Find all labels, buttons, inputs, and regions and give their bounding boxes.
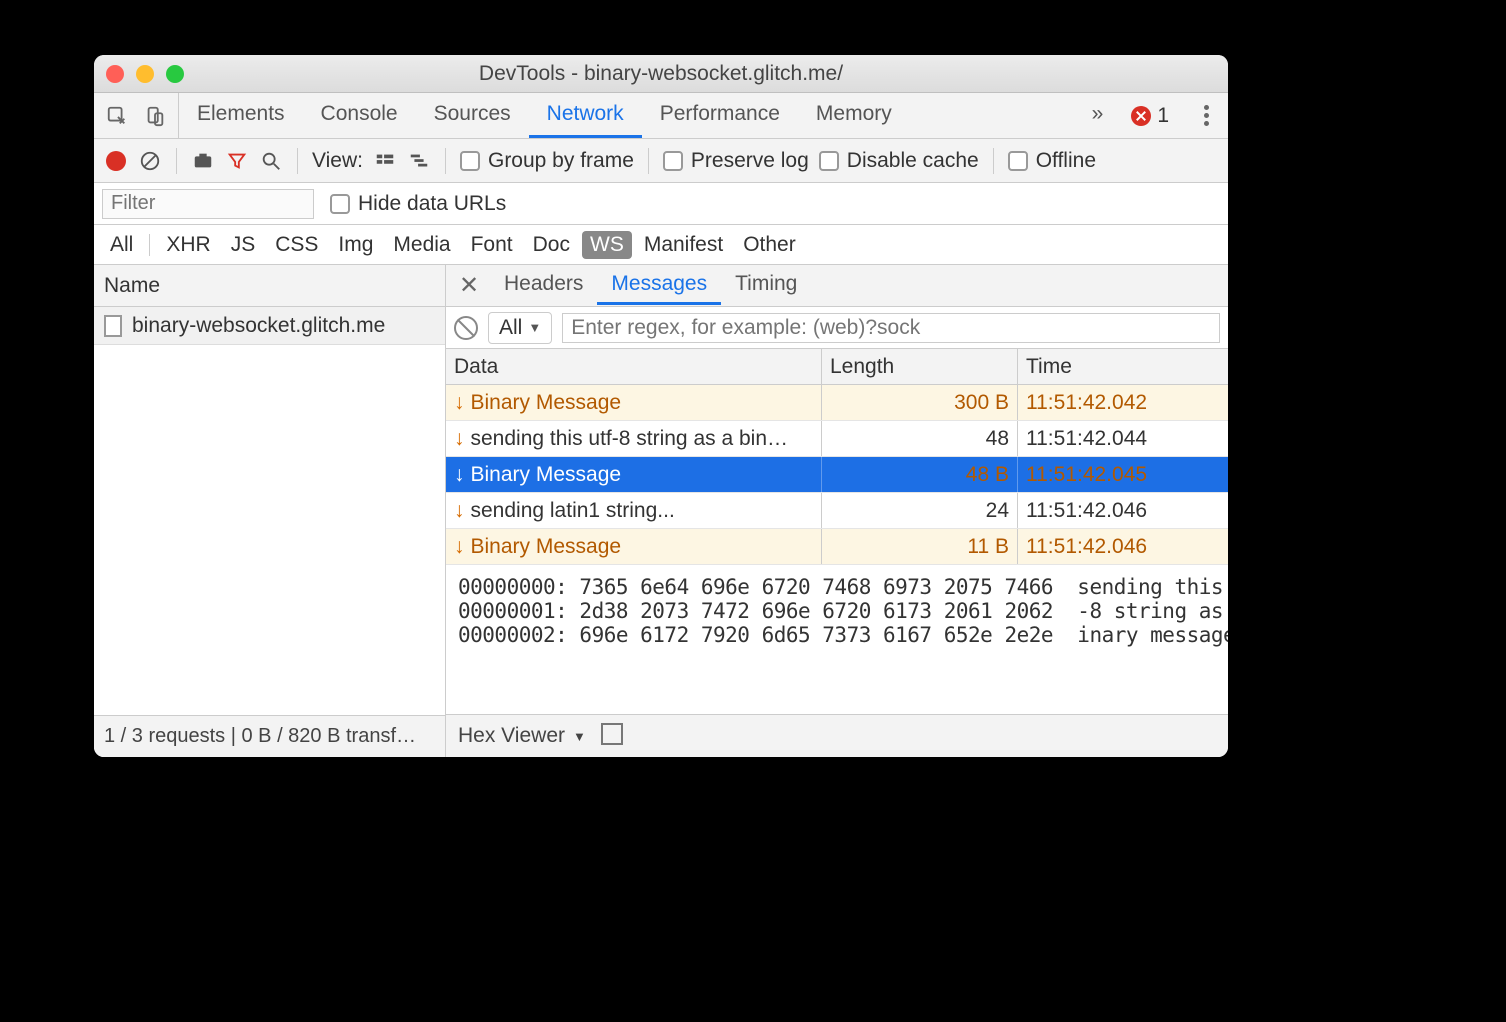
inspect-element-icon[interactable]	[100, 93, 134, 138]
large-rows-icon[interactable]	[373, 149, 397, 173]
type-filter-font[interactable]: Font	[463, 231, 521, 259]
message-text: Binary Message	[471, 391, 622, 415]
message-time: 11:51:42.045	[1018, 457, 1228, 492]
disable-cache-checkbox[interactable]: Disable cache	[819, 149, 979, 173]
type-filter-ws[interactable]: WS	[582, 231, 632, 259]
type-filter-other[interactable]: Other	[735, 231, 804, 259]
offline-checkbox[interactable]: Offline	[1008, 149, 1096, 173]
search-icon[interactable]	[259, 149, 283, 173]
titlebar: DevTools - binary-websocket.glitch.me/	[94, 55, 1228, 93]
request-row[interactable]: binary-websocket.glitch.me	[94, 307, 445, 345]
message-regex-input[interactable]	[562, 313, 1220, 343]
filter-input[interactable]	[102, 189, 314, 219]
detail-tab-timing[interactable]: Timing	[721, 266, 811, 305]
close-detail-button[interactable]: ✕	[454, 271, 484, 301]
requests-status-bar: 1 / 3 requests | 0 B / 820 B transf…	[94, 715, 445, 757]
message-length: 11 B	[822, 529, 1018, 564]
message-length: 300 B	[822, 385, 1018, 420]
errors-badge[interactable]: 1	[1131, 104, 1169, 128]
network-toolbar: View: Group by frame Preserve log Disabl…	[94, 139, 1228, 183]
view-label: View:	[312, 149, 363, 173]
tab-elements[interactable]: Elements	[179, 93, 303, 138]
col-header-data[interactable]: Data	[446, 349, 822, 384]
col-header-length[interactable]: Length	[822, 349, 1018, 384]
message-row[interactable]: ↓sending latin1 string... 2411:51:42.046	[446, 493, 1228, 529]
more-panels-button[interactable]: »	[1074, 93, 1122, 138]
col-header-time[interactable]: Time	[1018, 349, 1228, 384]
document-icon	[104, 315, 122, 337]
message-text: sending this utf-8 string as a bin…	[471, 427, 789, 451]
arrow-down-icon: ↓	[454, 499, 465, 523]
message-length: 24	[822, 493, 1018, 528]
tab-console[interactable]: Console	[303, 93, 416, 138]
chevron-down-icon: ▼	[573, 729, 586, 744]
message-length: 48 B	[822, 457, 1018, 492]
error-icon	[1131, 106, 1151, 126]
type-filter-row: All XHRJSCSSImgMediaFontDocWSManifestOthe…	[94, 225, 1228, 265]
message-type-filter[interactable]: All ▼	[488, 312, 552, 344]
message-time: 11:51:42.046	[1018, 493, 1228, 528]
clear-messages-button[interactable]	[454, 316, 478, 340]
copy-icon	[605, 727, 623, 745]
arrow-down-icon: ↓	[454, 391, 465, 415]
viewer-selector[interactable]: Hex Viewer ▼	[458, 724, 586, 748]
messages-toolbar: All ▼	[446, 307, 1228, 349]
hex-viewer-body[interactable]: 00000000: 7365 6e64 696e 6720 7468 6973 …	[446, 565, 1228, 715]
message-text: Binary Message	[471, 535, 622, 559]
message-row[interactable]: ↓Binary Message 11 B11:51:42.046	[446, 529, 1228, 565]
message-time: 11:51:42.042	[1018, 385, 1228, 420]
type-filter-all[interactable]: All	[102, 231, 141, 259]
group-by-frame-checkbox[interactable]: Group by frame	[460, 149, 634, 173]
device-toolbar-icon[interactable]	[138, 93, 172, 138]
content-area: Name binary-websocket.glitch.me 1 / 3 re…	[94, 265, 1228, 757]
messages-table-header: Data Length Time	[446, 349, 1228, 385]
window-title: DevTools - binary-websocket.glitch.me/	[94, 62, 1228, 86]
message-time: 11:51:42.044	[1018, 421, 1228, 456]
waterfall-view-icon[interactable]	[407, 149, 431, 173]
type-filter-js[interactable]: JS	[223, 231, 264, 259]
detail-tab-messages[interactable]: Messages	[597, 266, 721, 305]
panel-tabs-row: ElementsConsoleSourcesNetworkPerformance…	[94, 93, 1228, 139]
type-filter-xhr[interactable]: XHR	[158, 231, 218, 259]
type-filter-manifest[interactable]: Manifest	[636, 231, 731, 259]
tab-performance[interactable]: Performance	[642, 93, 798, 138]
tab-network[interactable]: Network	[529, 93, 642, 138]
type-filter-doc[interactable]: Doc	[525, 231, 578, 259]
settings-menu-button[interactable]	[1194, 105, 1218, 126]
capture-screenshot-icon[interactable]	[191, 149, 215, 173]
devtools-window: DevTools - binary-websocket.glitch.me/ E…	[94, 55, 1228, 757]
requests-pane: Name binary-websocket.glitch.me 1 / 3 re…	[94, 265, 446, 757]
record-button[interactable]	[104, 149, 128, 173]
errors-count: 1	[1157, 104, 1169, 128]
message-text: sending latin1 string...	[471, 499, 675, 523]
clear-button[interactable]	[138, 149, 162, 173]
arrow-down-icon: ↓	[454, 463, 465, 487]
filter-row: Hide data URLs	[94, 183, 1228, 225]
type-filter-img[interactable]: Img	[330, 231, 381, 259]
detail-tabs-row: ✕ HeadersMessagesTiming	[446, 265, 1228, 307]
viewer-bottom-bar: Hex Viewer ▼	[446, 715, 1228, 757]
arrow-down-icon: ↓	[454, 535, 465, 559]
arrow-down-icon: ↓	[454, 427, 465, 451]
tab-memory[interactable]: Memory	[798, 93, 910, 138]
preserve-log-checkbox[interactable]: Preserve log	[663, 149, 809, 173]
message-length: 48	[822, 421, 1018, 456]
hide-data-urls-checkbox[interactable]: Hide data URLs	[330, 192, 506, 216]
request-name: binary-websocket.glitch.me	[132, 314, 385, 338]
messages-rows: ↓Binary Message300 B11:51:42.042↓sending…	[446, 385, 1228, 565]
type-filter-css[interactable]: CSS	[267, 231, 326, 259]
name-column-header[interactable]: Name	[94, 265, 445, 307]
detail-tab-headers[interactable]: Headers	[490, 266, 597, 305]
message-text: Binary Message	[471, 463, 622, 487]
message-row[interactable]: ↓Binary Message 48 B11:51:42.045	[446, 457, 1228, 493]
message-row[interactable]: ↓sending this utf-8 string as a bin… 4811…	[446, 421, 1228, 457]
chevron-down-icon: ▼	[528, 320, 541, 335]
detail-pane: ✕ HeadersMessagesTiming All ▼ Data Lengt…	[446, 265, 1228, 757]
tab-sources[interactable]: Sources	[416, 93, 529, 138]
copy-button[interactable]	[602, 724, 626, 748]
message-row[interactable]: ↓Binary Message 300 B11:51:42.042	[446, 385, 1228, 421]
filter-toggle-icon[interactable]	[225, 149, 249, 173]
message-time: 11:51:42.046	[1018, 529, 1228, 564]
type-filter-media[interactable]: Media	[385, 231, 458, 259]
